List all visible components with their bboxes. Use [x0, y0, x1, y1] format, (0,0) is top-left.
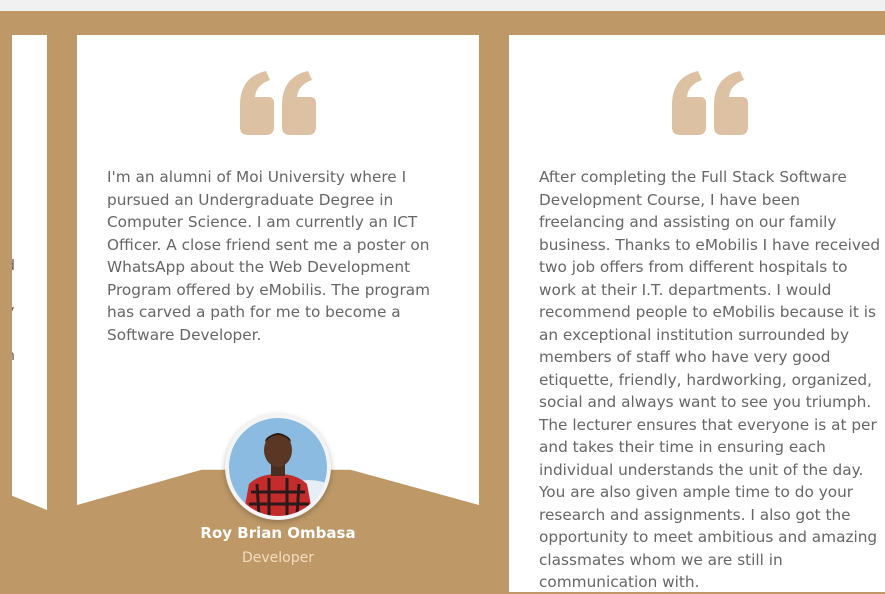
author-role: Developer — [241, 550, 314, 566]
fragment-text: y — [12, 304, 14, 318]
author-name: Roy Brian Ombasa — [200, 524, 356, 542]
quote-icon — [240, 71, 316, 135]
quote-icon — [672, 71, 748, 135]
testimonial-card: After completing the Full Stack Software… — [509, 35, 885, 592]
testimonial-card-previous[interactable]: d y n — [12, 35, 47, 510]
testimonial-text: I'm an alumni of Moi University where I … — [107, 168, 431, 344]
fragment-text: d — [12, 259, 15, 273]
avatar — [225, 414, 331, 520]
avatar-photo — [229, 418, 327, 516]
testimonial-text: After completing the Full Stack Software… — [539, 168, 881, 591]
top-bar — [0, 0, 885, 11]
fragment-text: n — [12, 349, 15, 363]
